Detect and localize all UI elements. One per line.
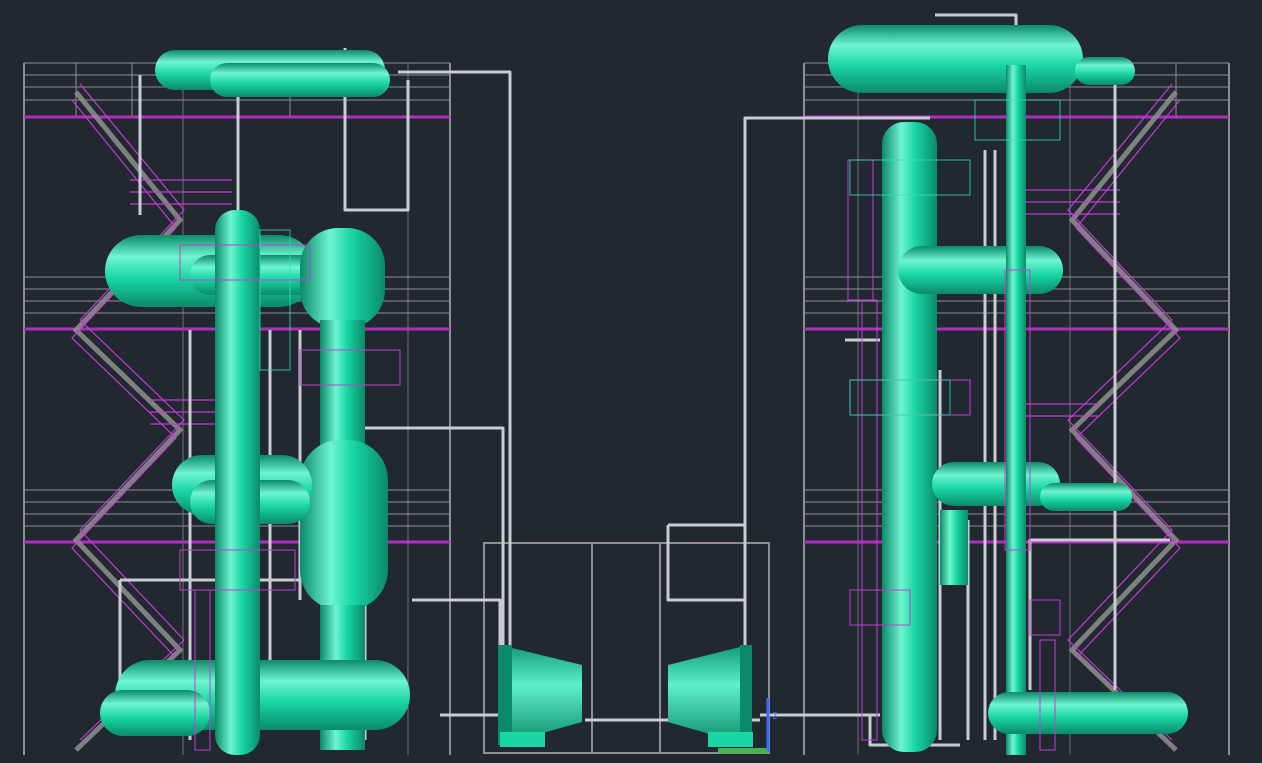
plant-3d-model xyxy=(23,13,1230,755)
center-pump-equipment xyxy=(498,645,768,753)
ucs-axis-label: Z xyxy=(772,712,778,722)
left-unit-equipment xyxy=(100,50,410,755)
model-viewport[interactable]: Z xyxy=(0,0,1262,763)
right-unit-equipment xyxy=(828,25,1188,755)
